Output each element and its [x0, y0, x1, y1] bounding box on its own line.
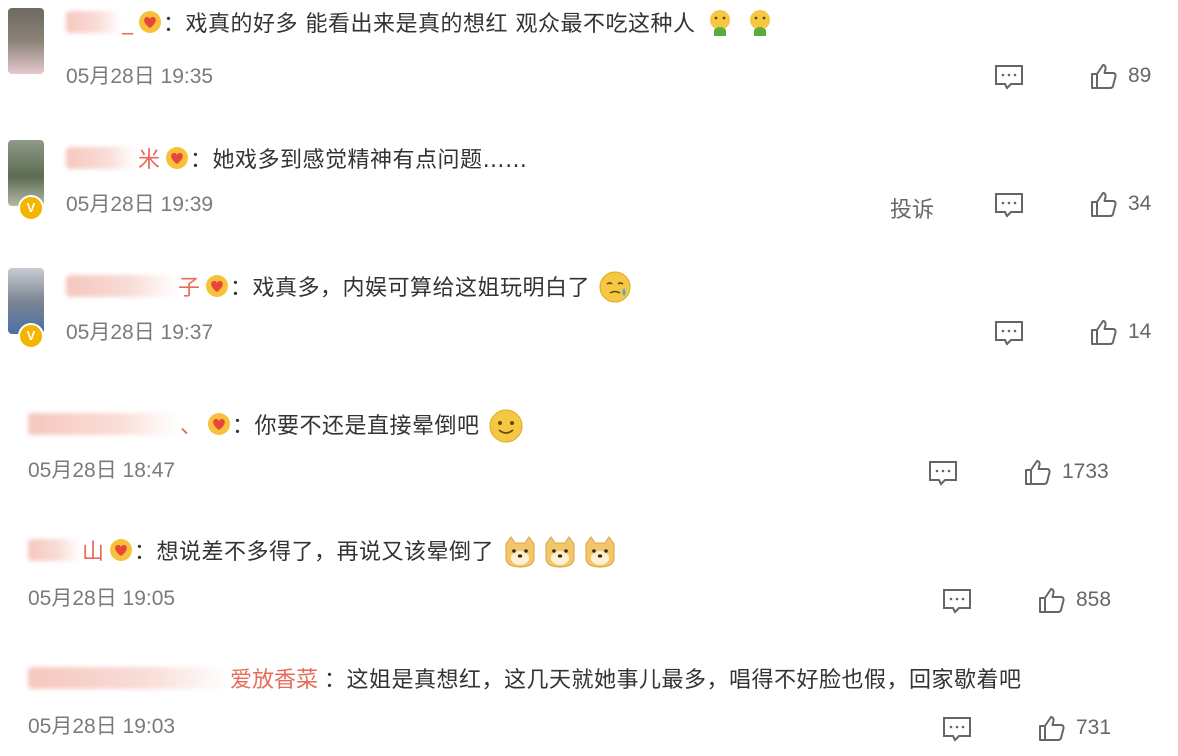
- username-tail[interactable]: 米: [138, 142, 160, 174]
- report-button[interactable]: 投诉: [890, 192, 934, 224]
- fan-badge-icon: [164, 145, 190, 171]
- comment-icon: [943, 717, 971, 742]
- comment-item: _ ：戏真的好多 能看出来是真的想红 观众最不吃这种人 05月28日 19:35…: [0, 0, 1178, 128]
- username-blurred[interactable]: [28, 539, 80, 561]
- comment-time: 05月28日 19:05: [28, 587, 176, 610]
- comment-item: V 子 ：戏真多，内娱可算给这姐玩明白了 05月28日 19:37 14: [0, 256, 1178, 384]
- like-button[interactable]: 14: [1090, 318, 1151, 346]
- fan-badge-icon: [137, 9, 163, 35]
- comment-icon: [943, 589, 971, 614]
- username-blurred[interactable]: [28, 667, 228, 689]
- comment-item: 爱放香菜 ：这姐是真想红，这几天就她事儿最多，唱得不好脸也假，回家歇着吧 05月…: [0, 648, 1178, 756]
- thumbs-up-icon: [1039, 588, 1065, 613]
- avatar[interactable]: V: [8, 268, 44, 349]
- report-label[interactable]: 投诉: [890, 192, 934, 224]
- comment-text: ：这姐是真想红，这几天就她事儿最多，唱得不好脸也假，回家歇着吧: [324, 668, 1022, 693]
- username-tail[interactable]: 山: [82, 534, 104, 566]
- avatar[interactable]: V: [8, 140, 44, 221]
- comment-text: ：你要不还是直接晕倒吧: [232, 414, 480, 439]
- fan-badge-icon: [206, 411, 232, 437]
- like-count: 1733: [1062, 460, 1109, 483]
- comment-text: ：想说差不多得了，再说又该晕倒了: [134, 540, 495, 565]
- comment-list: _ ：戏真的好多 能看出来是真的想红 观众最不吃这种人 05月28日 19:35…: [0, 0, 1178, 756]
- like-count: 89: [1128, 64, 1152, 87]
- comment-item: 、 ：你要不还是直接晕倒吧 05月28日 18:47 1733: [0, 392, 1178, 520]
- like-count: 858: [1076, 588, 1112, 611]
- verified-badge-icon: V: [18, 195, 44, 221]
- comment-text: ：戏真的好多 能看出来是真的想红 观众最不吃这种人: [163, 12, 696, 37]
- like-button[interactable]: 731: [1038, 714, 1111, 742]
- comment-item: V 米 ：她戏多到感觉精神有点问题…… 05月28日 19:39 投诉 34: [0, 128, 1178, 256]
- thumbs-up-icon: [1091, 320, 1117, 345]
- like-count: 731: [1076, 716, 1112, 739]
- comment-icon: [995, 321, 1023, 346]
- comment-time: 05月28日 19:35: [66, 65, 214, 88]
- reply-button[interactable]: [994, 192, 1024, 218]
- verified-badge-icon: V: [18, 323, 44, 349]
- sick-emoji-icon: [704, 6, 736, 38]
- comment-time: 05月28日 18:47: [28, 459, 176, 482]
- like-count: 14: [1128, 320, 1152, 343]
- username-tail[interactable]: 子: [178, 270, 200, 302]
- thumbs-up-icon: [1091, 192, 1117, 217]
- thumbs-up-icon: [1091, 64, 1117, 89]
- comment-icon: [929, 461, 957, 486]
- username-blurred[interactable]: [66, 275, 176, 297]
- like-button[interactable]: 34: [1090, 190, 1151, 218]
- like-button[interactable]: 858: [1038, 586, 1111, 614]
- like-count: 34: [1128, 192, 1152, 215]
- reply-button[interactable]: [994, 320, 1024, 346]
- username-blurred[interactable]: [66, 147, 136, 169]
- doge-emoji-icon: [542, 534, 575, 568]
- comment-time: 05月28日 19:39: [66, 193, 214, 216]
- sweat-emoji-icon: [598, 270, 631, 303]
- username-blurred[interactable]: [66, 11, 120, 33]
- reply-button[interactable]: [942, 716, 972, 742]
- comment-icon: [995, 65, 1023, 90]
- reply-button[interactable]: [994, 64, 1024, 90]
- comment-time: 05月28日 19:03: [28, 715, 176, 738]
- avatar[interactable]: [8, 8, 44, 74]
- username-tail[interactable]: 、: [180, 408, 202, 440]
- fan-badge-icon: [108, 537, 134, 563]
- reply-button[interactable]: [942, 588, 972, 614]
- doge-emoji-icon: [582, 534, 615, 568]
- thumbs-up-icon: [1039, 716, 1065, 741]
- like-button[interactable]: 89: [1090, 62, 1151, 90]
- smile-emoji-icon: [488, 408, 523, 443]
- username-blurred[interactable]: [28, 413, 178, 435]
- sick-emoji-icon: [744, 6, 776, 38]
- comment-text: ：戏真多，内娱可算给这姐玩明白了: [230, 276, 591, 301]
- comment-time: 05月28日 19:37: [66, 321, 214, 344]
- username-tail[interactable]: _: [122, 10, 133, 35]
- fan-badge-icon: [204, 273, 230, 299]
- comment-text: ：她戏多到感觉精神有点问题……: [190, 148, 528, 173]
- reply-button[interactable]: [928, 460, 958, 486]
- comment-icon: [995, 193, 1023, 218]
- doge-emoji-icon: [502, 534, 535, 568]
- like-button[interactable]: 1733: [1024, 458, 1109, 486]
- thumbs-up-icon: [1025, 460, 1051, 485]
- comment-item: 山 ：想说差不多得了，再说又该晕倒了 05月28日 19:05 858: [0, 520, 1178, 648]
- username-tail[interactable]: 爱放香菜: [230, 662, 318, 694]
